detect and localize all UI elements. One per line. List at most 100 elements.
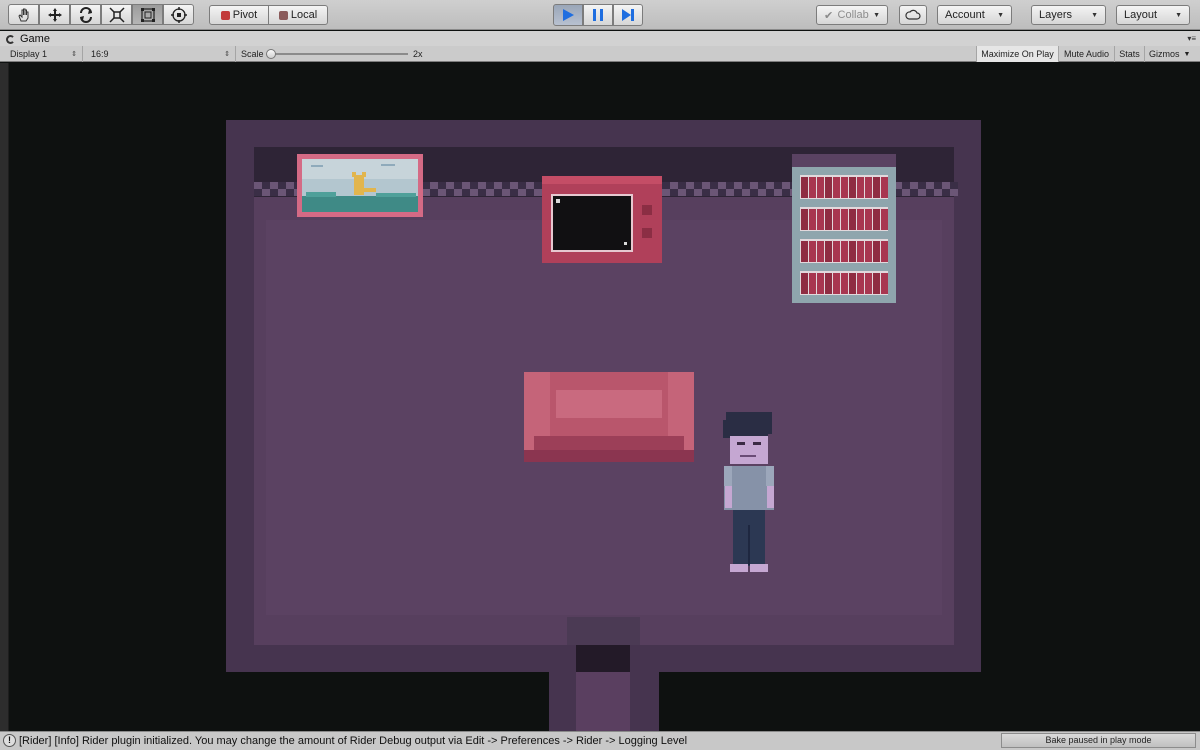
scale-value-text: 2x (413, 49, 423, 59)
game-tab[interactable]: Game (6, 32, 50, 46)
checker-tile (710, 189, 718, 196)
checker-tile (694, 182, 702, 189)
checker-tile (270, 189, 278, 196)
book (801, 177, 808, 198)
checker-tile (742, 189, 750, 196)
stats-toggle[interactable]: Stats (1114, 46, 1144, 62)
collab-label: Collab (837, 9, 869, 21)
mute-audio-toggle[interactable]: Mute Audio (1058, 46, 1114, 62)
tab-menu-icon[interactable]: ▾≡ (1187, 34, 1196, 43)
panel-edge (0, 63, 8, 731)
checker-tile (254, 182, 262, 189)
game-viewport[interactable] (8, 63, 1200, 731)
book (873, 209, 880, 230)
checker-tile (510, 189, 518, 196)
checker-tile (670, 182, 678, 189)
checker-tile (710, 182, 718, 189)
checker-tile (902, 182, 910, 189)
painting (297, 154, 423, 217)
cloud-button[interactable] (899, 5, 927, 25)
book (833, 177, 840, 198)
book (841, 273, 848, 294)
gizmos-label: Gizmos (1149, 49, 1180, 59)
checker-tile (278, 182, 286, 189)
transform-tool-button[interactable] (163, 4, 194, 25)
checker-tile (902, 189, 910, 196)
book (809, 273, 816, 294)
checker-tile (686, 189, 694, 196)
checker-tile (758, 189, 766, 196)
stats-label: Stats (1119, 49, 1140, 59)
maximize-on-play-toggle[interactable]: Maximize On Play (976, 46, 1058, 62)
book (817, 209, 824, 230)
aspect-select[interactable]: 16:9 ⇕ (86, 46, 236, 62)
layers-dropdown[interactable]: Layers ▼ (1031, 5, 1106, 25)
checker-tile (438, 182, 446, 189)
checker-tile (494, 189, 502, 196)
scale-slider-track[interactable] (268, 53, 408, 55)
checker-tile (686, 182, 694, 189)
move-tool-button[interactable] (39, 4, 70, 25)
checker-tile (718, 189, 726, 196)
checker-tile (438, 189, 446, 196)
book (857, 241, 864, 262)
aspect-value: 16:9 (91, 49, 109, 59)
television (542, 176, 662, 263)
checker-tile (662, 189, 670, 196)
checker-tile (670, 189, 678, 196)
game-controls-bar: Display 1 ⇕ 16:9 ⇕ Scale 2x Maximize On … (0, 46, 1200, 62)
rect-tool-button[interactable] (132, 4, 163, 25)
checker-tile (526, 182, 534, 189)
updown-arrow-icon: ⇕ (224, 51, 230, 58)
layout-dropdown[interactable]: Layout ▼ (1116, 5, 1190, 25)
checker-tile (262, 182, 270, 189)
hand-tool-button[interactable] (8, 4, 39, 25)
scale-tool-button[interactable] (101, 4, 132, 25)
layers-label: Layers (1039, 9, 1073, 21)
checker-tile (750, 182, 758, 189)
checker-tile (918, 182, 926, 189)
play-button[interactable] (553, 4, 583, 26)
scale-slider-thumb[interactable] (266, 49, 276, 59)
scale-label-text: Scale (241, 49, 264, 59)
transform-icon (170, 6, 187, 23)
display-select[interactable]: Display 1 ⇕ (5, 46, 83, 62)
checker-tile (734, 189, 742, 196)
play-icon (563, 9, 574, 21)
checker-tile (486, 182, 494, 189)
book (865, 209, 872, 230)
rotate-icon (79, 6, 92, 23)
checker-tile (454, 189, 462, 196)
rotate-tool-button[interactable] (70, 4, 101, 25)
checker-tile (502, 189, 510, 196)
pivot-label: Pivot (232, 9, 258, 21)
layout-label: Layout (1124, 9, 1158, 21)
checker-tile (918, 189, 926, 196)
chevron-down-icon: ▼ (997, 11, 1004, 19)
local-toggle-button[interactable]: Local (268, 5, 328, 25)
checker-tile (910, 182, 918, 189)
checker-tile (742, 182, 750, 189)
chevron-down-icon: ▼ (1091, 11, 1098, 19)
game-view-icon (6, 34, 15, 44)
checker-tile (478, 189, 486, 196)
pause-button[interactable] (583, 4, 613, 26)
checker-tile (446, 182, 454, 189)
account-dropdown[interactable]: Account ▼ (937, 5, 1012, 25)
step-button[interactable] (613, 4, 643, 26)
checker-tile (934, 182, 942, 189)
gizmos-dropdown[interactable]: Gizmos ▼ (1144, 46, 1200, 62)
collab-dropdown[interactable]: ✔ Collab ▼ (816, 5, 888, 25)
checker-tile (270, 182, 278, 189)
checker-tile (750, 189, 758, 196)
book (849, 273, 856, 294)
check-icon: ✔ (824, 9, 834, 22)
pivot-icon (220, 10, 230, 20)
checker-tile (910, 189, 918, 196)
checker-tile (254, 189, 262, 196)
checker-tile (278, 189, 286, 196)
checker-tile (950, 189, 958, 196)
updown-arrow-icon: ⇕ (71, 51, 77, 58)
pivot-toggle-button[interactable]: Pivot (209, 5, 269, 25)
console-message[interactable]: [Rider] [Info] Rider plugin initialized.… (19, 735, 687, 747)
